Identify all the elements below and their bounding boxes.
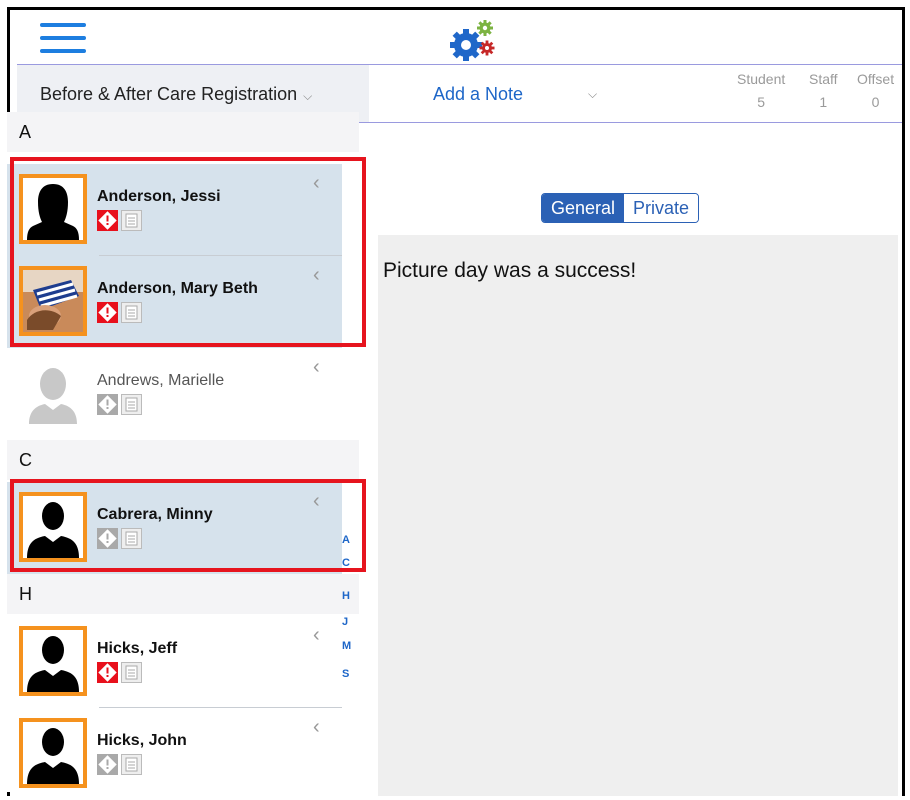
- alert-icon[interactable]: [97, 754, 118, 775]
- avatar: [19, 626, 87, 696]
- chevron-left-icon[interactable]: ‹: [313, 624, 320, 647]
- hamburger-icon[interactable]: [40, 23, 86, 57]
- highlight-box: [10, 157, 366, 347]
- highlight-box: [10, 479, 366, 572]
- chevron-down-icon[interactable]: ⌵: [588, 87, 597, 102]
- silhouette-icon: [27, 636, 79, 692]
- index-letter-h[interactable]: H: [342, 590, 350, 602]
- add-note-button[interactable]: Add a Note: [433, 84, 523, 105]
- list-item[interactable]: Andrews, Marielle ‹: [7, 348, 342, 440]
- index-letter-j[interactable]: J: [342, 616, 348, 628]
- section-header-c: C: [7, 440, 359, 480]
- chevron-left-icon[interactable]: ‹: [313, 356, 320, 379]
- placeholder-silhouette-icon: [29, 368, 77, 424]
- staff-count: Staff 1: [809, 71, 838, 110]
- index-letter-m[interactable]: M: [342, 640, 351, 652]
- section-header-h: H: [7, 574, 359, 614]
- student-name: Andrews, Marielle: [97, 372, 225, 389]
- tab-general[interactable]: General: [542, 194, 625, 222]
- student-name: Hicks, John: [97, 732, 187, 749]
- top-bar: [10, 10, 902, 65]
- list-item[interactable]: Hicks, John ‹: [7, 708, 342, 800]
- tab-private[interactable]: Private: [624, 194, 699, 222]
- note-text: Picture day was a success!: [383, 259, 637, 282]
- chevron-left-icon[interactable]: ‹: [313, 716, 320, 739]
- program-label: Before & After Care Registration: [40, 84, 298, 104]
- document-icon[interactable]: [121, 394, 142, 415]
- document-icon[interactable]: [121, 662, 142, 683]
- note-text-area[interactable]: Picture day was a success!: [378, 235, 898, 796]
- document-icon[interactable]: [121, 754, 142, 775]
- student-name: Hicks, Jeff: [97, 640, 178, 657]
- avatar: [19, 358, 87, 428]
- index-letter-s[interactable]: S: [342, 668, 349, 680]
- avatar: [19, 718, 87, 788]
- section-header-a: A: [7, 112, 359, 152]
- alert-icon[interactable]: [97, 662, 118, 683]
- alert-icon[interactable]: [97, 394, 118, 415]
- chevron-down-icon: ⌵: [303, 89, 313, 103]
- offset-count: Offset 0: [857, 71, 895, 110]
- note-type-toggle[interactable]: General Private: [541, 193, 700, 223]
- gears-icon: [450, 20, 495, 61]
- student-count: Student 5: [737, 71, 786, 110]
- list-item[interactable]: Hicks, Jeff ‹: [7, 616, 342, 708]
- silhouette-icon: [27, 728, 79, 784]
